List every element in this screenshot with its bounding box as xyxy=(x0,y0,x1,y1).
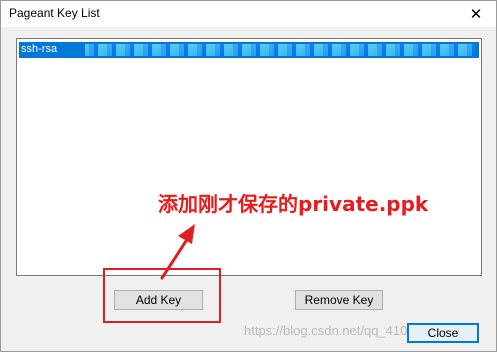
key-listbox[interactable]: ssh-rsa xyxy=(16,38,482,276)
key-list-item[interactable]: ssh-rsa xyxy=(19,42,479,58)
close-button[interactable]: Close xyxy=(407,323,479,343)
key-type-label: ssh-rsa xyxy=(21,43,58,55)
title-bar: Pageant Key List ✕ xyxy=(1,1,496,27)
window-title: Pageant Key List xyxy=(9,6,100,20)
key-fingerprint-redacted xyxy=(85,44,475,56)
pageant-key-list-window: Pageant Key List ✕ ssh-rsa xyxy=(0,0,497,352)
add-key-button[interactable]: Add Key xyxy=(114,290,203,310)
annotation-label: 添加刚才保存的private.ppk xyxy=(158,192,429,216)
remove-key-button[interactable]: Remove Key xyxy=(295,290,383,310)
close-window-icon[interactable]: ✕ xyxy=(456,1,496,27)
